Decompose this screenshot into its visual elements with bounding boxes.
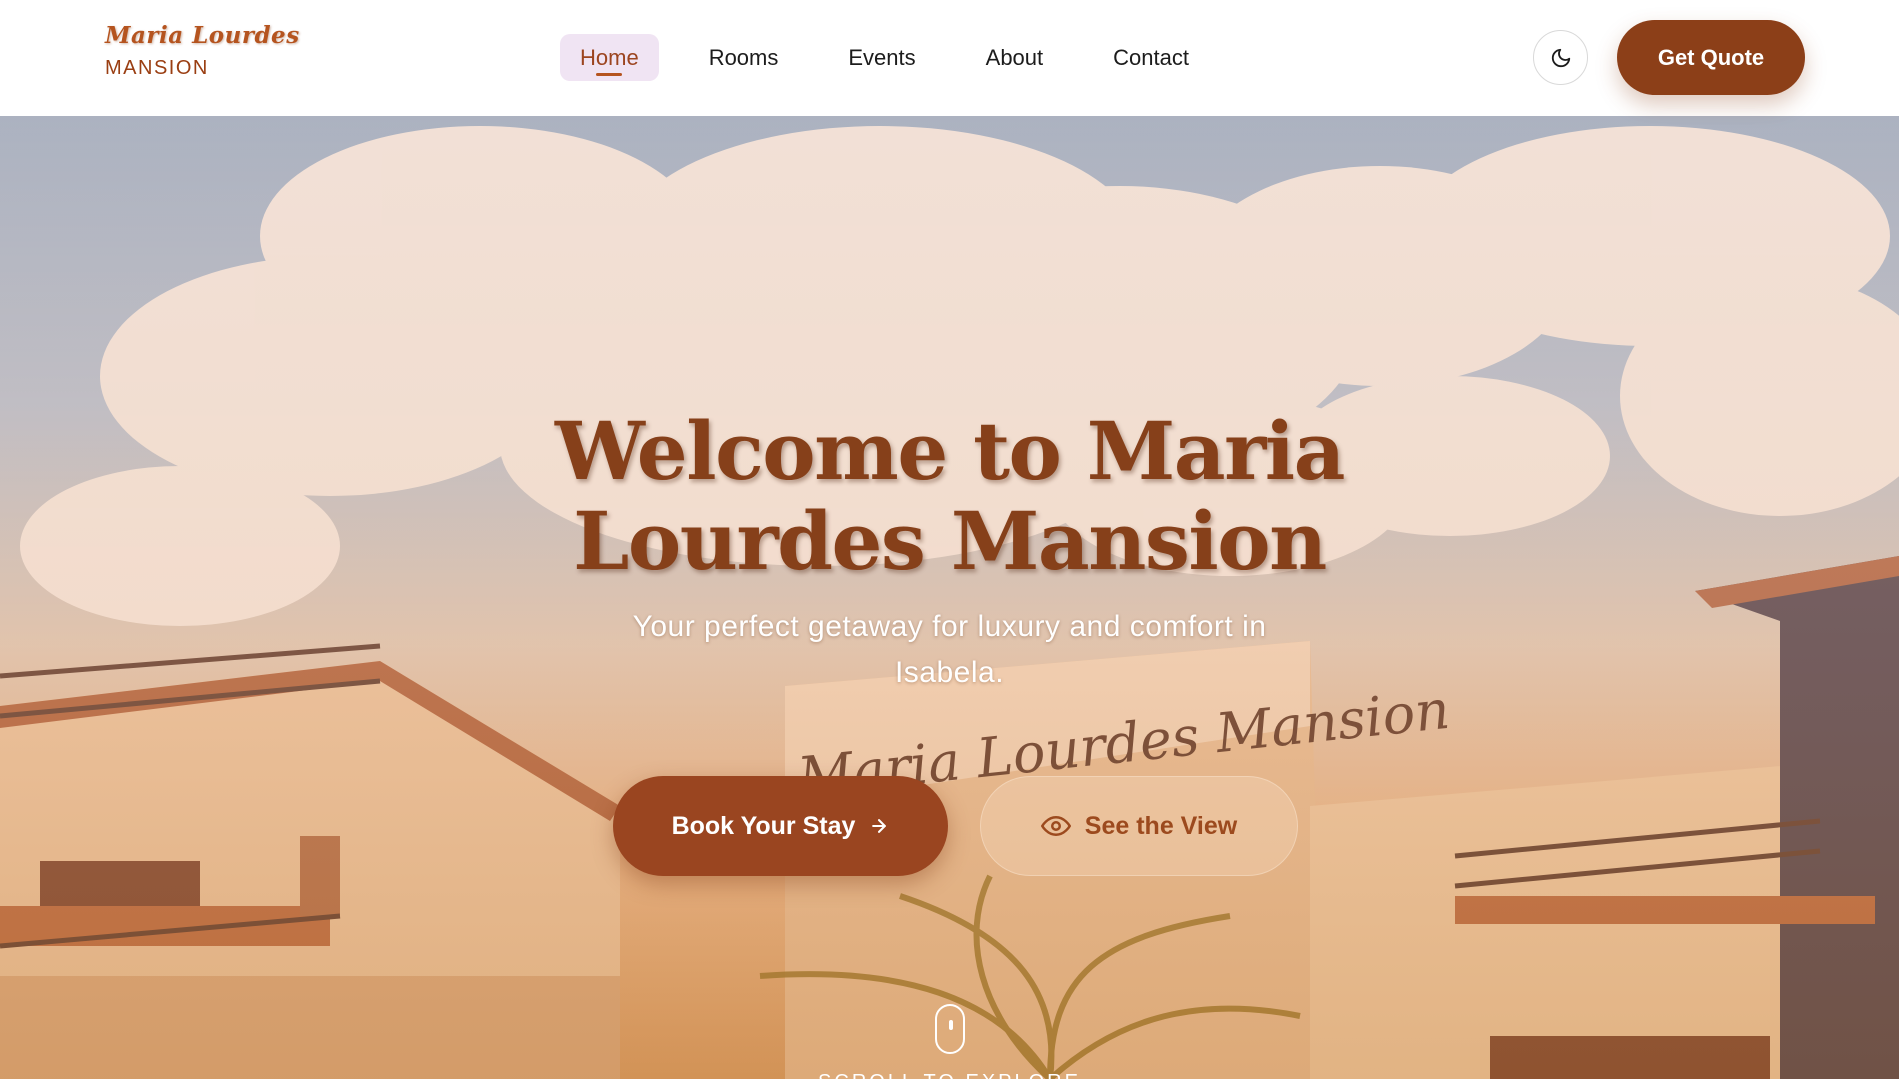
book-your-stay-label: Book Your Stay bbox=[671, 811, 856, 840]
arrow-right-icon bbox=[872, 819, 887, 833]
hero-subtitle-line-2: Isabela. bbox=[894, 656, 1005, 689]
see-the-view-button[interactable]: See the View bbox=[980, 776, 1298, 876]
book-your-stay-button[interactable]: Book Your Stay bbox=[613, 776, 948, 876]
brand-script-name: Maria Lourdes bbox=[105, 22, 300, 49]
hero-subtitle: Your perfect getaway for luxury and comf… bbox=[0, 604, 1899, 696]
brand-logo[interactable]: Maria Lourdes MANSION bbox=[105, 22, 300, 80]
nav-item-about[interactable]: About bbox=[966, 34, 1064, 81]
scroll-label: SCROLL TO EXPLORE bbox=[0, 1071, 1899, 1079]
hero-title: Welcome to Maria Lourdes Mansion bbox=[0, 406, 1899, 586]
mouse-icon bbox=[934, 1004, 965, 1054]
theme-toggle-button[interactable] bbox=[1533, 30, 1588, 85]
eye-icon bbox=[1040, 816, 1071, 836]
nav-item-home[interactable]: Home bbox=[560, 34, 659, 81]
nav-item-rooms[interactable]: Rooms bbox=[689, 34, 799, 81]
nav-item-events[interactable]: Events bbox=[828, 34, 935, 81]
hero-tint-overlay bbox=[0, 116, 1899, 1079]
main-nav: Home Rooms Events About Contact bbox=[560, 34, 1239, 81]
see-the-view-label: See the View bbox=[1084, 811, 1238, 840]
nav-item-contact[interactable]: Contact bbox=[1093, 34, 1209, 81]
get-quote-button[interactable]: Get Quote bbox=[1617, 20, 1805, 95]
site-header: Maria Lourdes MANSION Home Rooms Events … bbox=[0, 0, 1899, 116]
hero-title-line-2: Lourdes Mansion bbox=[573, 494, 1327, 588]
hero-cta-group: Book Your Stay See the View bbox=[613, 776, 1313, 876]
moon-icon bbox=[1551, 48, 1570, 67]
brand-sub-name: MANSION bbox=[105, 57, 209, 79]
hero-title-line-1: Welcome to Maria bbox=[554, 404, 1346, 498]
hero-subtitle-line-1: Your perfect getaway for luxury and comf… bbox=[632, 610, 1267, 643]
hero-section: Maria Lourdes Mansion Welcome to Maria L… bbox=[0, 116, 1899, 1079]
scroll-indicator[interactable]: SCROLL TO EXPLORE bbox=[0, 1004, 1899, 1079]
